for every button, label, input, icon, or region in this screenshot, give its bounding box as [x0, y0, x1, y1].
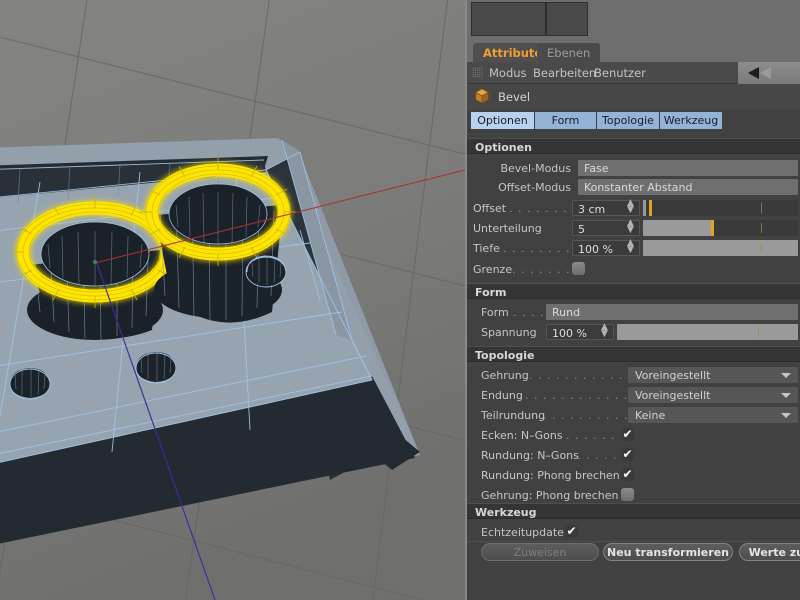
- dropdown-gehrung[interactable]: Voreingestellt: [628, 367, 798, 383]
- top-stub-box-c: [588, 2, 798, 36]
- top-stub-box-b[interactable]: [546, 2, 588, 36]
- label-endung-leader: . . . . . . . . . . . . .: [525, 389, 637, 402]
- checkbox-echtzeitupdate[interactable]: [565, 525, 578, 538]
- werkzeug-divider: [467, 541, 800, 542]
- label-gehrung: Gehrung: [481, 369, 529, 382]
- label-echtzeitupdate: Echtzeitupdate: [481, 526, 564, 539]
- label-rundung-ngons-leader: . . . . . .: [577, 449, 626, 462]
- section-header-werkzeug: Werkzeug: [467, 503, 800, 519]
- label-unterteilung: Unterteilung: [473, 222, 542, 235]
- zuweisen-button[interactable]: Zuweisen: [481, 543, 599, 561]
- dropdown-endung-value: Voreingestellt: [635, 389, 710, 402]
- label-form: Form: [481, 306, 509, 319]
- subtab-form[interactable]: Form: [535, 112, 597, 129]
- checkbox-gehrung-phong[interactable]: [621, 488, 634, 501]
- field-bevel-modus[interactable]: Fase: [578, 160, 798, 176]
- top-stub-box-a[interactable]: [471, 2, 546, 36]
- row-grenze: Grenze . . . . . . .: [467, 260, 800, 279]
- slider-tiefe[interactable]: [643, 240, 798, 256]
- label-form-leader: . . . .: [513, 306, 544, 319]
- tab-ebenen[interactable]: Ebenen: [537, 43, 600, 62]
- grip-dots-icon[interactable]: [472, 67, 483, 78]
- section-header-optionen: Optionen: [467, 138, 800, 154]
- checkbox-rundung-ngons[interactable]: [621, 448, 634, 461]
- dropdown-endung[interactable]: Voreingestellt: [628, 387, 798, 403]
- chevron-down-icon: [781, 393, 791, 398]
- label-offset: Offset: [473, 202, 506, 215]
- checkbox-ecken-ngons[interactable]: [621, 428, 634, 441]
- slider-unterteilung[interactable]: [643, 220, 798, 236]
- row-bevel-modus: Bevel-Modus Fase: [467, 159, 800, 178]
- chevron-down-icon: [781, 413, 791, 418]
- row-form: Form . . . . Rund: [467, 303, 800, 322]
- label-gehrung-leader: . . . . . . . . . . . .: [529, 369, 632, 382]
- werte-zuruecksetzen-button[interactable]: Werte zur: [739, 543, 800, 561]
- label-teilrundung-leader: . . . . . . . . . .: [543, 409, 628, 422]
- object-name: Bevel: [498, 90, 530, 104]
- object-subtabs: Optionen Form Topologie Werkzeug: [467, 112, 800, 129]
- row-offset: Offset . . . . . . . 3 cm ▲▼: [467, 199, 800, 218]
- label-rundung-ngons: Rundung: N–Gons: [481, 449, 579, 462]
- row-offset-modus: Offset-Modus Konstanter Abstand: [467, 178, 800, 197]
- panel-collapse-strip[interactable]: [738, 62, 800, 84]
- panel-top-strip: [467, 0, 800, 40]
- row-endung: Endung . . . . . . . . . . . . . Voreing…: [467, 386, 800, 405]
- small-hole-c: [10, 368, 50, 399]
- slider-offset[interactable]: [643, 200, 798, 216]
- triangle-left-icon[interactable]: [748, 67, 759, 79]
- section-header-topologie: Topologie: [467, 346, 800, 362]
- label-tiefe-leader: . . . . . . . .: [503, 242, 570, 255]
- label-teilrundung: Teilrundung: [481, 409, 545, 422]
- subtab-werkzeug[interactable]: Werkzeug: [660, 112, 723, 129]
- small-hole-b: [136, 352, 176, 383]
- label-offset-modus: Offset-Modus: [473, 181, 571, 194]
- panel-tab-bar: Attribute Ebenen: [467, 40, 800, 62]
- row-tiefe: Tiefe . . . . . . . . 100 % ▲▼: [467, 239, 800, 258]
- row-unterteilung: Unterteilung 5 ▲▼: [467, 219, 800, 238]
- perspective-viewport[interactable]: [0, 0, 465, 600]
- object-header: Bevel: [467, 84, 800, 110]
- dropdown-gehrung-value: Voreingestellt: [635, 369, 710, 382]
- label-spannung: Spannung: [481, 326, 537, 339]
- triangle-left-ghost-icon: [760, 67, 771, 79]
- menu-item-bearbeiten[interactable]: Bearbeiten: [533, 66, 596, 80]
- row-echtzeitupdate: Echtzeitupdate: [467, 523, 800, 542]
- subtab-optionen[interactable]: Optionen: [471, 112, 535, 129]
- label-grenze-leader: . . . . . . .: [512, 263, 570, 276]
- viewport-3d-scene: [0, 0, 465, 600]
- label-bevel-modus: Bevel-Modus: [473, 162, 571, 175]
- checkbox-grenze[interactable]: [572, 262, 585, 275]
- row-teilrundung: Teilrundung . . . . . . . . . . Keine: [467, 406, 800, 425]
- field-offset-modus[interactable]: Konstanter Abstand: [578, 179, 798, 195]
- label-offset-leader: . . . . . . .: [509, 202, 567, 215]
- slider-spannung[interactable]: [617, 324, 798, 340]
- field-form[interactable]: Rund: [546, 304, 798, 320]
- label-rundung-phong: Rundung: Phong brechen: [481, 469, 620, 482]
- attribute-manager-panel: Attribute Ebenen Modus Bearbeiten Benutz…: [465, 0, 800, 600]
- menu-item-benutzer[interactable]: Benutzer: [594, 66, 646, 80]
- neu-transformieren-button[interactable]: Neu transformieren: [603, 543, 733, 561]
- checkbox-rundung-phong[interactable]: [621, 468, 634, 481]
- label-tiefe: Tiefe: [473, 242, 500, 255]
- row-spannung: Spannung 100 % ▲▼: [467, 323, 800, 342]
- section-header-form: Form: [467, 283, 800, 299]
- dropdown-teilrundung[interactable]: Keine: [628, 407, 798, 423]
- chevron-down-icon: [781, 373, 791, 378]
- axis-origin: [93, 260, 97, 264]
- row-gehrung: Gehrung . . . . . . . . . . . . Voreinge…: [467, 366, 800, 385]
- small-hole-a: [246, 256, 286, 287]
- panel-menu-bar: Modus Bearbeiten Benutzer: [467, 62, 800, 84]
- subtab-topologie[interactable]: Topologie: [597, 112, 660, 129]
- row-ecken-ngons: Ecken: N–Gons . . . . . . . . .: [467, 426, 800, 445]
- row-rundung-phong: Rundung: Phong brechen: [467, 466, 800, 485]
- label-grenze: Grenze: [473, 263, 512, 276]
- dropdown-teilrundung-value: Keine: [635, 409, 665, 422]
- label-gehrung-phong: Gehrung: Phong brechen: [481, 489, 619, 502]
- row-rundung-ngons: Rundung: N–Gons . . . . . .: [467, 446, 800, 465]
- label-ecken-ngons: Ecken: N–Gons: [481, 429, 563, 442]
- bevel-box-icon: [473, 87, 491, 105]
- label-endung: Endung: [481, 389, 523, 402]
- menu-item-modus[interactable]: Modus: [489, 66, 527, 80]
